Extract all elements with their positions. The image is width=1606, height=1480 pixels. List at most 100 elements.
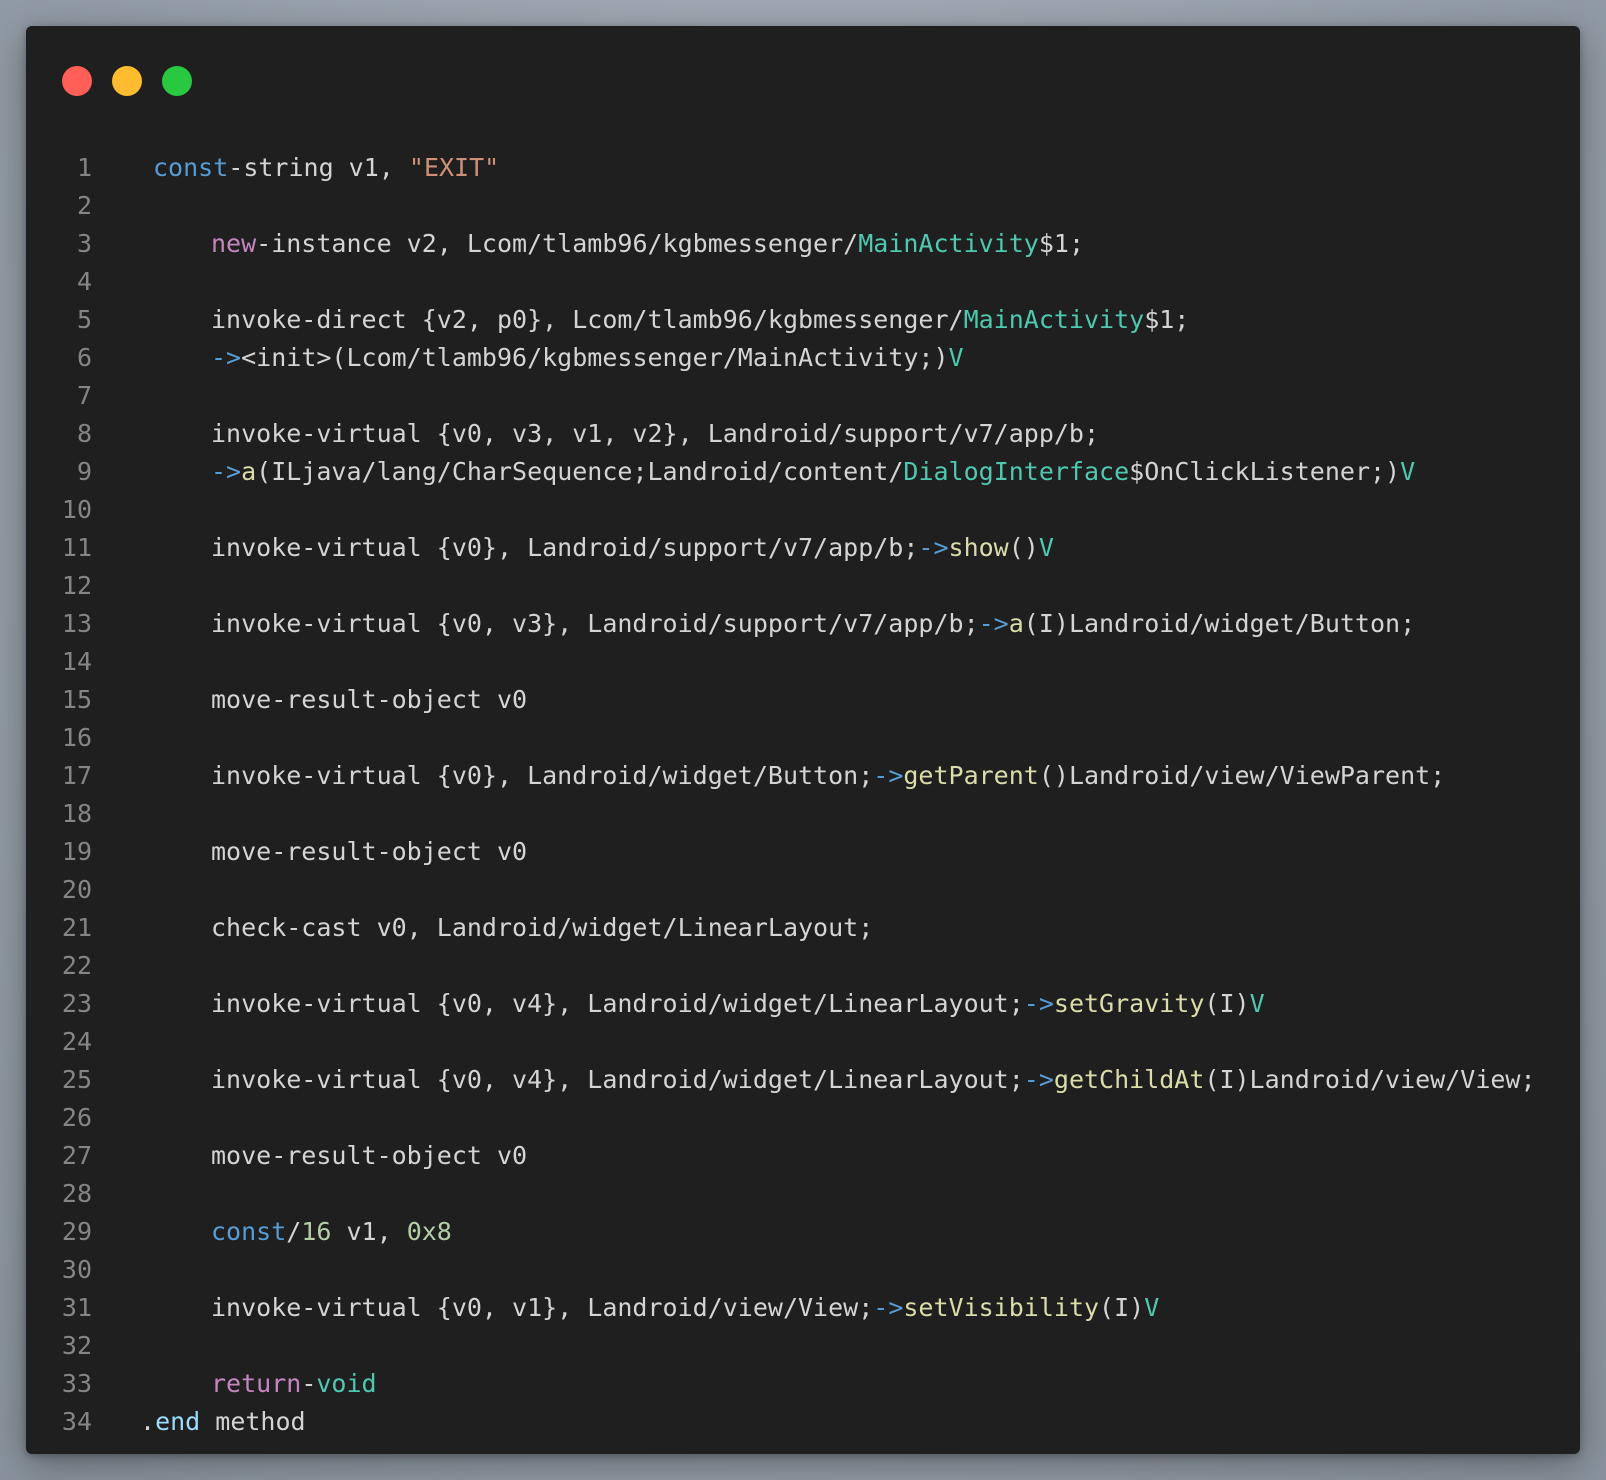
minimize-button[interactable] [112, 66, 142, 96]
code-line: 28 [26, 1175, 1580, 1213]
code-token: show [948, 533, 1009, 562]
code-window: 1 const-string v1, "EXIT" 2 3 new-instance v… [26, 26, 1580, 1454]
line-number: 24 [61, 1027, 92, 1056]
code-token: void [316, 1369, 377, 1398]
code-token: () [1008, 533, 1039, 562]
code-token: (ILjava/lang/CharSequence;Landroid/conte… [256, 457, 904, 486]
line-content: const-string v1, "EXIT" [140, 149, 499, 187]
code-token: ()Landroid/view/ViewParent; [1038, 761, 1446, 790]
code-token: V [1038, 533, 1054, 562]
code-line: 1 const-string v1, "EXIT" [26, 149, 1580, 187]
code-line: 22 [26, 947, 1580, 985]
code-token: getChildAt [1053, 1065, 1205, 1094]
code-line: 13 invoke-virtual {v0, v3}, Landroid/supp… [26, 605, 1580, 643]
line-content: invoke-virtual {v0}, Landroid/widget/But… [140, 757, 1445, 795]
code-line: 8 invoke-virtual {v0, v3, v1, v2}, Landro… [26, 415, 1580, 453]
line-number: 6 [76, 343, 92, 372]
line-number: 2 [76, 191, 92, 220]
code-token: 0x8 [406, 1217, 452, 1246]
code-line: 30 [26, 1251, 1580, 1289]
line-number: 7 [76, 381, 92, 410]
code-line: 15 move-result-object v0 [26, 681, 1580, 719]
line-content: check-cast v0, Landroid/widget/LinearLay… [140, 909, 873, 947]
code-line: 12 [26, 567, 1580, 605]
code-token: / [286, 1217, 302, 1246]
code-token: -> [211, 457, 242, 486]
line-number: 23 [61, 989, 92, 1018]
line-number: 16 [61, 723, 92, 752]
code-token: (I) [1099, 1293, 1145, 1322]
line-content: invoke-virtual {v0, v1}, Landroid/view/V… [140, 1289, 1159, 1327]
code-token: a [241, 457, 257, 486]
code-line: 3 new-instance v2, Lcom/tlamb96/kgbmessen… [26, 225, 1580, 263]
code-line: 5 invoke-direct {v2, p0}, Lcom/tlamb96/kg… [26, 301, 1580, 339]
code-line: 14 [26, 643, 1580, 681]
line-number: 1 [76, 153, 92, 182]
code-token: invoke-virtual {v0, v4}, Landroid/widget… [211, 989, 1024, 1018]
line-number: 33 [61, 1369, 92, 1398]
code-token: 16 [301, 1217, 332, 1246]
code-token: move-result-object v0 [211, 1141, 528, 1170]
line-number: 34 [61, 1407, 92, 1436]
line-number: 14 [61, 647, 92, 676]
code-line: 24 [26, 1023, 1580, 1061]
code-line: 27 move-result-object v0 [26, 1137, 1580, 1175]
code-token: (I)Landroid/view/View; [1204, 1065, 1536, 1094]
code-token: -> [1023, 989, 1054, 1018]
code-line: 16 [26, 719, 1580, 757]
code-token: const [211, 1217, 287, 1246]
line-number: 21 [61, 913, 92, 942]
line-content: new-instance v2, Lcom/tlamb96/kgbmesseng… [140, 225, 1084, 263]
code-token: V [948, 343, 964, 372]
line-number: 26 [61, 1103, 92, 1132]
line-number: 25 [61, 1065, 92, 1094]
line-number: 30 [61, 1255, 92, 1284]
line-number: 19 [61, 837, 92, 866]
code-token: const [153, 153, 229, 182]
line-number: 22 [61, 951, 92, 980]
code-line: 21 check-cast v0, Landroid/widget/LinearL… [26, 909, 1580, 947]
line-content: move-result-object v0 [140, 833, 527, 871]
code-token: return [211, 1369, 302, 1398]
line-content: move-result-object v0 [140, 681, 527, 719]
code-token: invoke-virtual {v0, v3}, Landroid/suppor… [211, 609, 979, 638]
line-number: 11 [61, 533, 92, 562]
code-line: 23 invoke-virtual {v0, v4}, Landroid/widg… [26, 985, 1580, 1023]
line-content: .end method [140, 1403, 306, 1441]
line-number: 9 [76, 457, 92, 486]
code-line: 31 invoke-virtual {v0, v1}, Landroid/view… [26, 1289, 1580, 1327]
code-token: check-cast v0, Landroid/widget/LinearLay… [211, 913, 874, 942]
code-token: $OnClickListener;) [1129, 457, 1401, 486]
code-line: 17 invoke-virtual {v0}, Landroid/widget/B… [26, 757, 1580, 795]
line-number: 28 [61, 1179, 92, 1208]
line-number: 31 [61, 1293, 92, 1322]
line-number: 10 [61, 495, 92, 524]
code-token: (I)Landroid/widget/Button; [1023, 609, 1416, 638]
code-line: 2 [26, 187, 1580, 225]
code-token: (I) [1204, 989, 1250, 1018]
line-number: 4 [76, 267, 92, 296]
line-content: invoke-virtual {v0}, Landroid/support/v7… [140, 529, 1054, 567]
code-token: $1; [1038, 229, 1084, 258]
code-token: getParent [903, 761, 1039, 790]
line-number: 15 [61, 685, 92, 714]
code-line: 7 [26, 377, 1580, 415]
code-token: setVisibility [903, 1293, 1100, 1322]
code-token: -> [873, 761, 904, 790]
code-token: -string v1, [228, 153, 409, 182]
line-number: 18 [61, 799, 92, 828]
code-token: v1, [331, 1217, 407, 1246]
code-token: -> [211, 343, 242, 372]
line-content: return-void [140, 1365, 377, 1403]
line-content: invoke-virtual {v0, v3}, Landroid/suppor… [140, 605, 1415, 643]
line-number: 3 [76, 229, 92, 258]
code-token: invoke-virtual {v0, v3, v1, v2}, Landroi… [211, 419, 1100, 448]
code-token: . [140, 1407, 156, 1436]
window-titlebar [26, 26, 1580, 136]
code-token: invoke-virtual {v0, v1}, Landroid/view/V… [211, 1293, 874, 1322]
line-content: invoke-virtual {v0, v4}, Landroid/widget… [140, 1061, 1536, 1099]
close-button[interactable] [62, 66, 92, 96]
maximize-button[interactable] [162, 66, 192, 96]
line-content: invoke-virtual {v0, v4}, Landroid/widget… [140, 985, 1265, 1023]
code-token: "EXIT" [408, 153, 500, 182]
